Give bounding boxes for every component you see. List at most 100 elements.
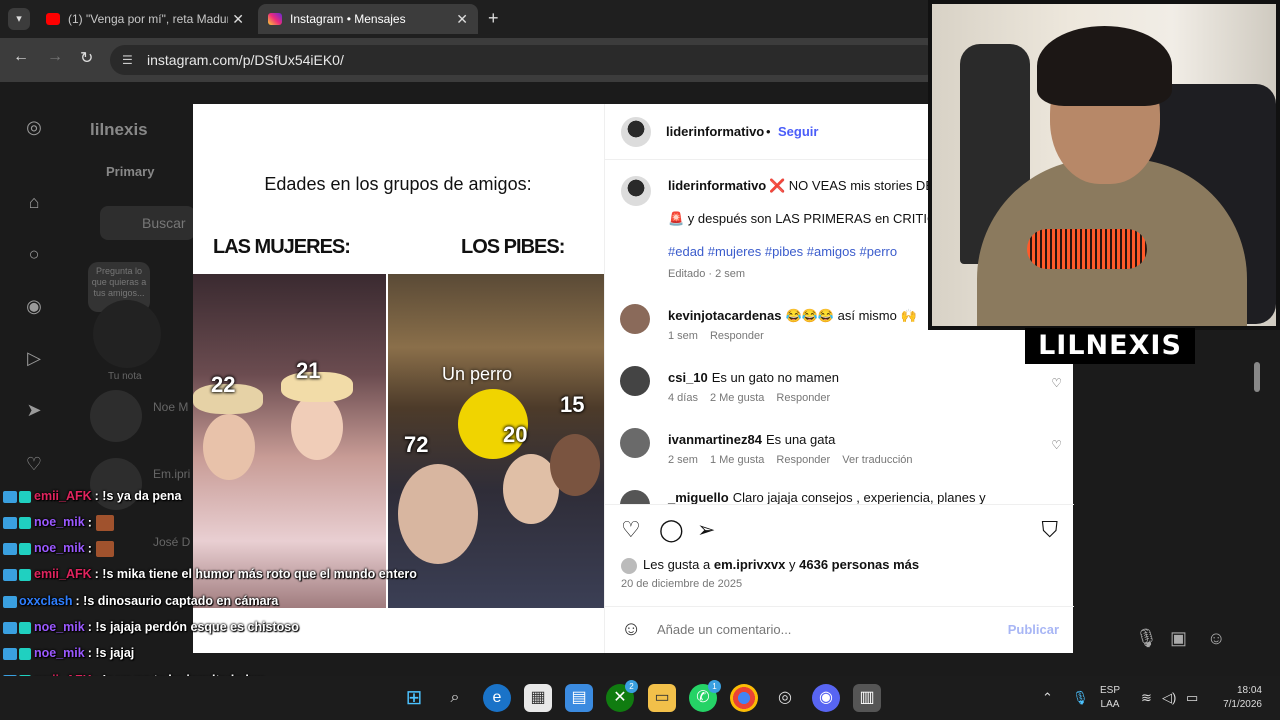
comment-icon[interactable]: ◯ [659, 517, 684, 543]
chat-message: emii_AFK: !s mika tiene el humor más rot… [0, 567, 417, 581]
author-name[interactable]: liderinformativo [666, 124, 764, 139]
avatar[interactable] [620, 490, 650, 504]
chat-username: noe_mik [34, 541, 85, 556]
app-icon[interactable]: ▥ [853, 684, 881, 712]
tray-chevron-icon[interactable]: ⌃ [1042, 690, 1053, 706]
like-comment-icon[interactable]: ♡ [1051, 376, 1062, 390]
volume-icon[interactable]: ◁) [1162, 690, 1176, 706]
back-icon[interactable]: ← [13, 48, 29, 66]
forward-icon[interactable]: → [47, 48, 63, 66]
right-column-heading: LOS PIBES: [461, 236, 565, 258]
file-explorer-icon[interactable]: ▭ [648, 684, 676, 712]
whatsapp-icon[interactable]: ✆ 1 [689, 680, 721, 712]
author-avatar[interactable] [621, 176, 651, 206]
windows-start-icon[interactable]: ⊞ [400, 684, 428, 712]
xbox-icon[interactable]: ✕ 2 [606, 680, 638, 712]
image-icon[interactable]: ▣ [1170, 628, 1187, 649]
likes-user[interactable]: em.iprivxvx [714, 557, 786, 572]
separator-dot: • [766, 124, 771, 139]
microphone-tray-icon[interactable]: 🎙 [1072, 690, 1089, 706]
comment-text: Claro jajaja consejos , experiencia, pla… [732, 490, 986, 504]
comment-time: 4 días [668, 392, 698, 404]
streamer-name-tag: LILNEXIS [1025, 328, 1195, 364]
avatar[interactable] [620, 428, 650, 458]
likes-count[interactable]: 4636 personas más [799, 557, 919, 572]
reload-icon[interactable]: ↻ [80, 48, 93, 68]
home-icon[interactable]: ⌂ [22, 190, 46, 214]
language-indicator[interactable]: ESP LAA [1100, 684, 1120, 712]
emote-icon [95, 541, 114, 557]
site-settings-icon[interactable]: ☰ [122, 53, 133, 67]
store-icon[interactable]: ▦ [524, 684, 552, 712]
translate-button[interactable]: Ver traducción [842, 454, 912, 466]
publish-button[interactable]: Publicar [1008, 622, 1059, 637]
discord-icon[interactable]: ◉ [812, 684, 840, 712]
comment-likes[interactable]: 2 Me gusta [710, 392, 764, 404]
badge-icon [19, 517, 31, 529]
convo-name[interactable]: José D [153, 535, 190, 549]
search-icon[interactable]: ○ [22, 242, 46, 266]
chat-text: : [87, 515, 92, 530]
reels-icon[interactable]: ▷ [22, 346, 46, 370]
reply-button[interactable]: Responder [710, 330, 764, 342]
caption-author[interactable]: liderinformativo [668, 178, 766, 193]
close-tab-icon[interactable]: ✕ [232, 4, 244, 34]
meme-title: Edades en los grupos de amigos: [264, 174, 532, 194]
follow-button[interactable]: Seguir [778, 124, 818, 139]
reply-button[interactable]: Responder [776, 454, 830, 466]
avatar[interactable] [90, 390, 142, 442]
outlook-icon[interactable]: ▤ [565, 684, 593, 712]
chat-username: noe_mik [34, 515, 85, 530]
search-input[interactable]: Buscar [100, 206, 195, 240]
battery-icon[interactable]: ▭ [1186, 690, 1198, 706]
tab-youtube[interactable]: (1) "Venga por mí", reta Maduro ✕ [36, 4, 254, 34]
comment-item: csi_10 Es un gato no mamen 4 días 2 Me gus… [605, 366, 1074, 426]
messages-icon[interactable]: ➤ [22, 398, 46, 422]
like-comment-icon[interactable]: ♡ [1051, 438, 1062, 452]
close-tab-icon[interactable]: ✕ [456, 4, 468, 34]
emoji-icon[interactable]: ☺ [621, 618, 641, 641]
hashtags[interactable]: #edad #mujeres #pibes #amigos #perro [668, 244, 897, 259]
wifi-icon[interactable]: ≋ [1141, 690, 1152, 706]
notifications-icon[interactable]: ♡ [22, 452, 46, 476]
avatar[interactable] [620, 366, 650, 396]
account-name[interactable]: lilnexis [90, 120, 148, 140]
microphone-icon[interactable]: 🎙 [1135, 628, 1158, 649]
page-scrollbar[interactable] [1254, 362, 1260, 392]
share-icon[interactable]: ➢ [697, 517, 715, 543]
chat-username: oxxclash [19, 594, 73, 608]
instagram-logo-icon[interactable]: ◎ [22, 115, 46, 139]
new-tab-icon[interactable]: + [488, 8, 499, 29]
edge-icon[interactable]: e [483, 684, 511, 712]
chat-text: : [87, 541, 92, 556]
convo-name[interactable]: Em.ipri [153, 467, 190, 481]
comment-user[interactable]: csi_10 [668, 370, 708, 385]
avatar[interactable] [93, 300, 161, 368]
bookmark-icon[interactable]: ⛉ [1041, 517, 1058, 543]
chrome-icon[interactable] [730, 684, 758, 712]
emote-icon [95, 515, 114, 531]
sticker-icon[interactable]: ☺ [1207, 628, 1225, 649]
comment-likes[interactable]: 1 Me gusta [710, 454, 764, 466]
url-field[interactable]: ☰ instagram.com/p/DSfUx54iEK0/ [110, 45, 940, 75]
chat-message: noe_mik: [0, 541, 114, 557]
like-icon[interactable]: ♡ [621, 517, 641, 543]
avatar[interactable] [620, 304, 650, 334]
likes-line: Les gusta a em.iprivxvx y 4636 personas … [621, 557, 919, 574]
explore-icon[interactable]: ◉ [22, 294, 46, 318]
convo-name[interactable]: Noe M [153, 400, 188, 414]
tab-primary[interactable]: Primary [106, 164, 154, 179]
comment-user[interactable]: _miguello [668, 490, 729, 504]
comment-user[interactable]: kevinjotacardenas [668, 308, 781, 323]
search-icon[interactable]: ⌕ [441, 684, 469, 712]
obs-icon[interactable]: ◎ [771, 684, 799, 712]
comment-user[interactable]: ivanmartinez84 [668, 432, 762, 447]
badge-icon [19, 568, 31, 581]
reply-button[interactable]: Responder [776, 392, 830, 404]
author-avatar[interactable] [621, 117, 651, 147]
tab-search-chevron-icon[interactable]: ▾ [8, 8, 30, 30]
tab-instagram[interactable]: Instagram • Mensajes ✕ [258, 4, 478, 34]
comment-input[interactable]: Añade un comentario... [657, 622, 791, 637]
clock[interactable]: 18:04 7/1/2026 [1208, 684, 1262, 712]
lang-top: ESP [1100, 685, 1121, 696]
